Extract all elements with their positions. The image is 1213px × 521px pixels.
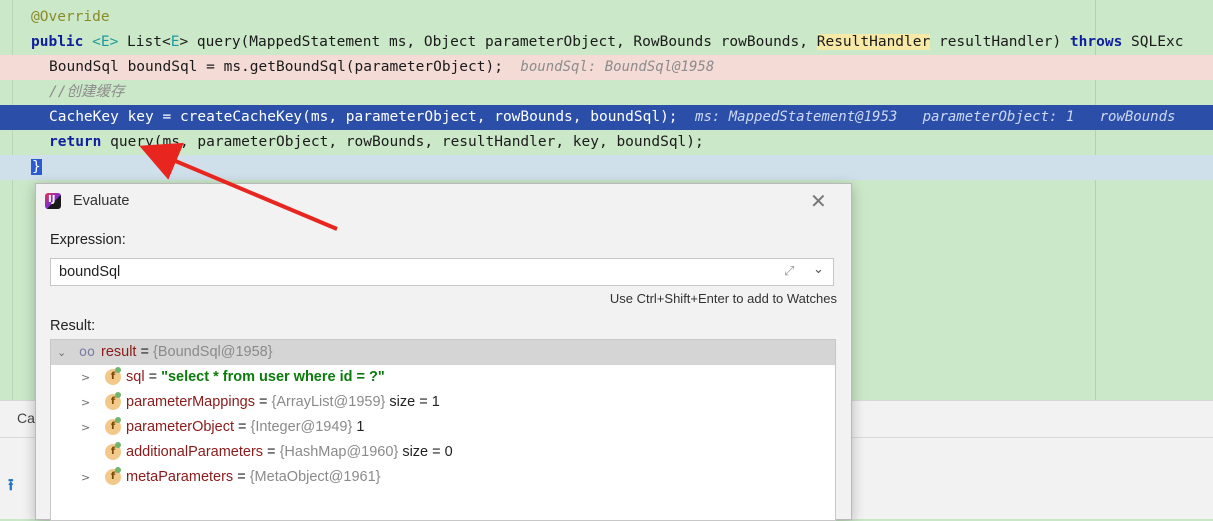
- var-name: result: [101, 344, 137, 360]
- tree-row-parameterMappings[interactable]: > f parameterMappings = {ArrayList@1959}…: [51, 390, 835, 415]
- var-name: additionalParameters: [126, 444, 264, 460]
- chevron-down-icon[interactable]: ⌄: [813, 262, 824, 277]
- field-icon: f: [105, 442, 121, 460]
- evaluate-dialog: IJ Evaluate ✕ Expression: ⤢ ⌄ Use Ctrl+S…: [35, 183, 852, 521]
- expression-label: Expression:: [50, 232, 126, 248]
- inline-debug-value: boundSql: BoundSql@1958: [520, 59, 715, 75]
- equals: =: [254, 394, 272, 410]
- keyword-throws: throws: [1069, 34, 1123, 50]
- expression-field[interactable]: ⤢ ⌄: [50, 258, 834, 286]
- code-line-3[interactable]: BoundSql boundSql = ms.getBoundSql(param…: [0, 55, 1213, 80]
- field-icon: f: [105, 467, 121, 485]
- var-value: {BoundSql@1958}: [153, 344, 273, 360]
- code-line-7-current[interactable]: }: [0, 155, 1213, 180]
- var-value: {MetaObject@1961}: [249, 469, 381, 485]
- chevron-right-icon[interactable]: >: [81, 390, 90, 415]
- code-text: List<: [118, 34, 171, 50]
- chevron-right-icon[interactable]: >: [81, 365, 90, 390]
- result-label: Result:: [50, 318, 96, 334]
- chevron-right-icon[interactable]: >: [81, 465, 90, 490]
- intellij-logo-icon: IJ: [45, 193, 61, 209]
- var-value: {ArrayList@1959}: [271, 394, 386, 410]
- code-line-5-execution-point[interactable]: CacheKey key = createCacheKey(ms, parame…: [0, 105, 1213, 130]
- chevron-right-icon[interactable]: >: [81, 415, 90, 440]
- equals: =: [234, 419, 251, 435]
- var-name: sql: [126, 369, 145, 385]
- code-line-1[interactable]: @Override: [0, 5, 1213, 30]
- var-name: parameterMappings: [126, 394, 255, 410]
- equals: =: [144, 369, 162, 385]
- generic-type: <E>: [92, 34, 119, 50]
- code-text: SQLExc: [1122, 34, 1184, 50]
- matched-brace: }: [31, 159, 42, 175]
- code-comment: //创建缓存: [49, 84, 125, 100]
- tree-row-parameterObject[interactable]: > f parameterObject = {Integer@1949} 1: [51, 415, 835, 440]
- var-value: {Integer@1949}: [250, 419, 353, 435]
- arrow-up-icon[interactable]: ⭱: [8, 474, 14, 501]
- equals: =: [233, 469, 250, 485]
- var-name: parameterObject: [126, 419, 234, 435]
- var-value: "select * from user where id = ?": [161, 369, 385, 385]
- debug-tab[interactable]: Ca: [17, 410, 35, 426]
- chevron-down-icon[interactable]: ⌄: [57, 340, 66, 365]
- inline-debug-value: ms: MappedStatement@1953 parameterObject…: [695, 109, 1176, 125]
- tree-row-sql[interactable]: > f sql = "select * from user where id =…: [51, 365, 835, 390]
- watch-glasses-icon: oo: [79, 345, 95, 360]
- field-icon: f: [105, 417, 121, 435]
- code-line-2[interactable]: public <E> List<E> query(MappedStatement…: [0, 30, 1213, 55]
- dialog-title: Evaluate: [73, 193, 130, 209]
- dialog-title-bar[interactable]: IJ Evaluate ✕: [36, 184, 851, 218]
- code-line-4[interactable]: //创建缓存: [0, 80, 1213, 105]
- keyword-public: public: [31, 34, 84, 50]
- expression-input[interactable]: [59, 259, 759, 285]
- var-value: {HashMap@1960}: [279, 444, 399, 460]
- close-icon[interactable]: ✕: [810, 189, 827, 213]
- equals: =: [136, 344, 153, 360]
- tree-row-result[interactable]: ⌄ oo result = {BoundSql@1958}: [51, 340, 835, 365]
- field-icon: f: [105, 392, 121, 410]
- tree-row-metaParameters[interactable]: > f metaParameters = {MetaObject@1961}: [51, 465, 835, 490]
- code-text: BoundSql boundSql = ms.getBoundSql(param…: [49, 59, 503, 75]
- code-text: CacheKey key = createCacheKey(ms, parame…: [49, 109, 678, 125]
- var-extra: size = 0: [402, 444, 453, 460]
- var-extra: 1: [356, 419, 365, 435]
- var-extra: size = 1: [389, 394, 440, 410]
- code-text: query(ms, parameterObject, rowBounds, re…: [101, 134, 704, 150]
- code-line-6[interactable]: return query(ms, parameterObject, rowBou…: [0, 130, 1213, 155]
- watches-hint: Use Ctrl+Shift+Enter to add to Watches: [609, 291, 837, 306]
- expand-icon[interactable]: ⤢: [784, 263, 794, 279]
- field-icon: f: [105, 367, 121, 385]
- code-text: resultHandler): [930, 34, 1070, 50]
- tree-row-additionalParameters[interactable]: f additionalParameters = {HashMap@1960} …: [51, 440, 835, 465]
- var-name: metaParameters: [126, 469, 234, 485]
- result-tree[interactable]: ⌄ oo result = {BoundSql@1958} > f sql = …: [50, 339, 836, 521]
- highlighted-identifier: ResultHandler: [816, 34, 931, 50]
- code-text: > query(MappedStatement ms, Object param…: [179, 34, 817, 50]
- annotation: @Override: [31, 9, 110, 25]
- equals: =: [263, 444, 280, 460]
- keyword-return: return: [49, 134, 102, 150]
